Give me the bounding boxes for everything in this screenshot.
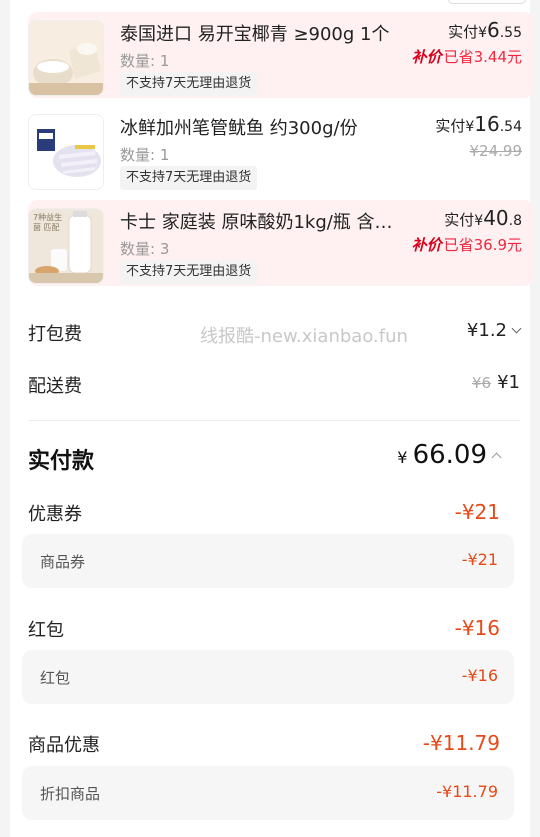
- item-name: 泰国进口 易开宝椰青 ≥900g 1个: [120, 24, 390, 45]
- delivery-fee-original: ¥6: [472, 374, 492, 392]
- chevron-up-icon[interactable]: [491, 452, 502, 463]
- order-item[interactable]: 泰国进口 易开宝椰青 ≥900g 1个 数量: 1 不支持7天无理由退货 实付¥…: [28, 12, 534, 98]
- currency-symbol: ¥: [465, 119, 475, 135]
- coupon-detail: 商品券 -¥21: [22, 534, 514, 588]
- total-value[interactable]: ¥ 66.09: [397, 440, 502, 470]
- product-discount-detail: 折扣商品 -¥11.79: [22, 766, 514, 820]
- red-packet-detail-label: 红包: [40, 669, 71, 687]
- product-discount-label: 商品优惠: [28, 735, 100, 756]
- paid-label: 实付: [448, 23, 479, 41]
- packing-fee-value: ¥1.2: [466, 320, 522, 341]
- top-button-stub[interactable]: [448, 0, 526, 4]
- savings-info: 补价 已省3.44元: [412, 46, 522, 67]
- packing-fee-label: 打包费: [28, 324, 82, 345]
- red-packet-value: -¥16: [454, 616, 500, 640]
- item-quantity: 数量: 3: [120, 240, 170, 258]
- return-policy-tag: 不支持7天无理由退货: [120, 72, 258, 96]
- price-decimal: .8: [508, 213, 522, 229]
- item-quantity: 数量: 1: [120, 52, 170, 70]
- paid-label: 实付: [444, 211, 475, 229]
- red-packet-label: 红包: [28, 620, 64, 641]
- red-packet-detail: 红包 -¥16: [22, 650, 514, 704]
- coupon-detail-value: -¥21: [461, 550, 498, 569]
- price-integer: 6: [487, 18, 500, 42]
- total-label: 实付款: [28, 449, 95, 474]
- paid-label: 实付: [435, 117, 466, 135]
- coupon-detail-label: 商品券: [40, 553, 86, 571]
- return-policy-tag: 不支持7天无理由退货: [120, 166, 258, 190]
- paid-price: 实付¥16.54: [435, 112, 522, 136]
- delivery-fee-amount: ¥1: [497, 372, 520, 393]
- order-item[interactable]: 7种益生菌 匹配 卡士 家庭装 原味酸奶1kg/瓶 含… 数量: 3 不支持7天…: [28, 200, 534, 286]
- paid-price: 实付¥6.55: [448, 18, 522, 42]
- delivery-fee-label: 配送费: [28, 376, 82, 397]
- original-price: ¥24.99: [469, 142, 523, 160]
- delivery-fee-row: 配送费 ¥6 ¥1: [28, 372, 520, 402]
- currency-symbol: ¥: [474, 213, 484, 229]
- divider: [28, 420, 520, 421]
- delivery-fee-value: ¥6 ¥1: [472, 372, 520, 393]
- item-quantity: 数量: 1: [120, 146, 170, 164]
- item-name: 卡士 家庭装 原味酸奶1kg/瓶 含…: [120, 212, 393, 233]
- order-detail-card: 泰国进口 易开宝椰青 ≥900g 1个 数量: 1 不支持7天无理由退货 实付¥…: [10, 0, 534, 837]
- price-integer: 40: [483, 206, 509, 230]
- item-name: 冰鲜加州笔管鱿鱼 约300g/份: [120, 118, 358, 139]
- image-caption: 7种益生菌 匹配: [33, 213, 63, 232]
- price-decimal: .54: [499, 119, 522, 135]
- product-discount-detail-label: 折扣商品: [40, 785, 101, 803]
- return-policy-tag: 不支持7天无理由退货: [120, 260, 258, 284]
- chevron-down-icon[interactable]: [511, 323, 522, 334]
- total-amount: 66.09: [412, 440, 487, 470]
- price-integer: 16: [474, 112, 500, 136]
- savings-text: 已省36.9元: [443, 236, 522, 254]
- red-packet-detail-value: -¥16: [461, 666, 498, 685]
- watermark: 线报酷-new.xianbao.fun: [200, 326, 408, 347]
- paid-price: 实付¥40.8: [444, 206, 522, 230]
- price-decimal: .55: [499, 25, 522, 41]
- currency-symbol: ¥: [478, 25, 487, 41]
- product-discount-detail-value: -¥11.79: [436, 782, 498, 801]
- savings-text: 已省3.44元: [443, 48, 522, 66]
- coupon-label: 优惠券: [28, 504, 82, 525]
- product-discount-value: -¥11.79: [422, 731, 500, 755]
- packing-fee-amount: ¥1.2: [466, 320, 507, 341]
- currency-symbol: ¥: [397, 448, 408, 467]
- order-item[interactable]: 冰鲜加州笔管鱿鱼 约300g/份 数量: 1 不支持7天无理由退货 实付¥16.…: [28, 106, 534, 192]
- squid-image: [28, 114, 104, 190]
- yogurt-image: 7种益生菌 匹配: [28, 208, 104, 284]
- coupon-value: -¥21: [454, 500, 500, 524]
- coconut-image: [28, 20, 104, 96]
- savings-info: 补价 已省36.9元: [412, 234, 522, 255]
- price-subsidy-badge: 补价: [411, 48, 442, 66]
- price-subsidy-badge: 补价: [411, 236, 442, 254]
